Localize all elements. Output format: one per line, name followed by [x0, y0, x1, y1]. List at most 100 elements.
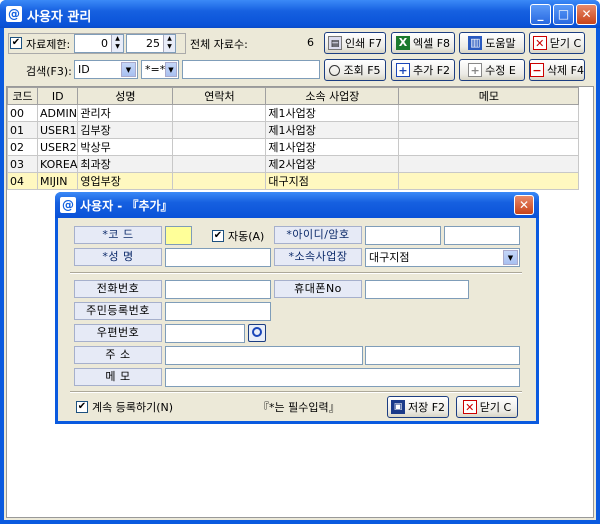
table-row-selected[interactable]: 04 MIJIN 영업부장 대구지점 — [7, 172, 580, 190]
limit-checkbox[interactable]: ✔ — [10, 37, 22, 49]
find-label: 조회 F5 — [343, 64, 381, 77]
add-label: 추가 F2 — [412, 64, 451, 77]
search-field-value: ID — [78, 63, 90, 76]
title-bar[interactable]: @ 사용자 관리 _ □ ✕ — [0, 0, 600, 28]
required-note: 『*는 필수입력』 — [258, 401, 340, 414]
address-input-1[interactable] — [165, 346, 363, 365]
col-header-code[interactable]: 코드 — [7, 87, 38, 105]
cell-id: KOREA — [36, 155, 79, 173]
zip-label: 우편번호 — [74, 324, 162, 342]
find-button[interactable]: 조회 F5 — [324, 59, 386, 81]
cell-memo — [398, 104, 580, 122]
cell-memo — [398, 155, 580, 173]
limit-from-stepper[interactable]: 0 ▲ ▼ — [74, 34, 124, 53]
edit-button[interactable]: + 수정 E — [459, 59, 525, 81]
user-id-input[interactable] — [365, 226, 441, 245]
site-select[interactable]: 대구지점 ▼ — [365, 248, 520, 267]
cell-contact — [172, 121, 267, 139]
col-header-site[interactable]: 소속 사업장 — [265, 87, 400, 105]
zip-search-button[interactable] — [248, 324, 266, 342]
phone-input[interactable] — [165, 280, 271, 299]
close-x-icon: ✕ — [532, 36, 547, 50]
print-button[interactable]: ▤ 인쇄 F7 — [324, 32, 386, 54]
maximize-button[interactable]: □ — [553, 4, 574, 25]
search-input[interactable] — [182, 60, 320, 79]
limit-from-value: 0 — [101, 37, 108, 50]
name-label: *성 명 — [74, 248, 162, 266]
cell-code: 03 — [7, 155, 38, 173]
close-x-icon: ✕ — [462, 400, 477, 414]
plus-icon: + — [395, 63, 410, 77]
excel-label: 엑셀 F8 — [412, 37, 451, 50]
add-button[interactable]: + 추가 F2 — [391, 59, 455, 81]
continue-checkbox[interactable]: ✔ — [76, 401, 88, 413]
phone-label: 전화번호 — [74, 280, 162, 298]
printer-icon: ▤ — [327, 36, 342, 50]
col-header-memo[interactable]: 메모 — [398, 87, 580, 105]
continue-label: 계속 등록하기(N) — [92, 401, 174, 414]
excel-button[interactable]: X 엑셀 F8 — [391, 32, 455, 54]
site-select-value: 대구지점 — [369, 251, 410, 264]
app-icon: @ — [60, 197, 76, 213]
limit-from-spin[interactable]: ▲ ▼ — [111, 35, 123, 52]
minimize-button[interactable]: _ — [530, 4, 551, 25]
cell-id: MIJIN — [36, 172, 79, 190]
mobile-input[interactable] — [365, 280, 469, 299]
password-input[interactable] — [444, 226, 520, 245]
search-operator-select[interactable]: *=* ▼ — [141, 60, 179, 79]
resident-number-input[interactable] — [165, 302, 271, 321]
chevron-down-icon[interactable]: ▼ — [503, 250, 518, 265]
col-header-contact[interactable]: 연락처 — [172, 87, 267, 105]
col-header-id[interactable]: ID — [36, 87, 79, 105]
total-count-value: 6 — [307, 36, 314, 49]
table-row[interactable]: 01 USER1 김부장 제1사업장 — [7, 121, 580, 139]
table-row[interactable]: 00 ADMIN 관리자 제1사업장 — [7, 104, 580, 122]
memo-input[interactable] — [165, 368, 520, 387]
cell-site: 제2사업장 — [265, 155, 400, 173]
total-count-label: 전체 자료수: — [190, 38, 248, 51]
code-input[interactable] — [165, 226, 192, 245]
delete-button[interactable]: − 삭제 F4 — [529, 59, 585, 81]
save-label: 저장 F2 — [407, 401, 446, 414]
auto-checkbox[interactable]: ✔ — [212, 230, 224, 242]
cell-name: 최과장 — [77, 155, 174, 173]
limit-to-stepper[interactable]: 25 ▲ ▼ — [126, 34, 176, 53]
divider — [70, 272, 522, 274]
resident-number-label: 주민등록번호 — [74, 302, 162, 320]
limit-to-spin[interactable]: ▲ ▼ — [163, 35, 175, 52]
close-window-button[interactable]: ✕ — [576, 4, 597, 25]
cell-code: 02 — [7, 138, 38, 156]
search-label: 검색(F3): — [26, 65, 72, 78]
minus-icon: − — [530, 63, 544, 77]
print-label: 인쇄 F7 — [344, 37, 383, 50]
cell-name: 영업부장 — [77, 172, 174, 190]
chevron-down-icon[interactable]: ▼ — [165, 62, 177, 77]
cell-id: ADMIN — [36, 104, 79, 122]
name-input[interactable] — [165, 248, 271, 267]
limit-to-value: 25 — [146, 37, 160, 50]
app-icon: @ — [6, 6, 22, 22]
close-button[interactable]: ✕ 닫기 C — [529, 32, 585, 54]
cell-contact — [172, 104, 267, 122]
dialog-title-bar[interactable]: @ 사용자 - 『추가』 ✕ — [55, 192, 539, 218]
chevron-down-icon[interactable]: ▼ — [121, 62, 136, 77]
help-label: 도움말 — [485, 37, 516, 50]
dialog-close-button[interactable]: ✕ 닫기 C — [456, 396, 518, 418]
save-button[interactable]: ▣ 저장 F2 — [387, 396, 449, 418]
dialog-close-x-button[interactable]: ✕ — [514, 195, 534, 215]
cell-memo — [398, 121, 580, 139]
cell-memo — [398, 138, 580, 156]
col-header-name[interactable]: 성명 — [77, 87, 174, 105]
help-button[interactable]: ▥ 도움말 — [459, 32, 525, 54]
cell-site: 대구지점 — [265, 172, 400, 190]
cell-site: 제1사업장 — [265, 104, 400, 122]
table-row[interactable]: 03 KOREA 최과장 제2사업장 — [7, 155, 580, 173]
add-user-dialog: @ 사용자 - 『추가』 ✕ *코 드 ✔ 자동(A) *아이디/암호 *성 명… — [55, 192, 539, 424]
auto-label: 자동(A) — [228, 230, 265, 243]
cell-contact — [172, 172, 267, 190]
table-row[interactable]: 02 USER2 박상무 제1사업장 — [7, 138, 580, 156]
address-input-2[interactable] — [365, 346, 520, 365]
zip-input[interactable] — [165, 324, 245, 343]
search-field-select[interactable]: ID ▼ — [74, 60, 138, 79]
cell-memo — [398, 172, 580, 190]
